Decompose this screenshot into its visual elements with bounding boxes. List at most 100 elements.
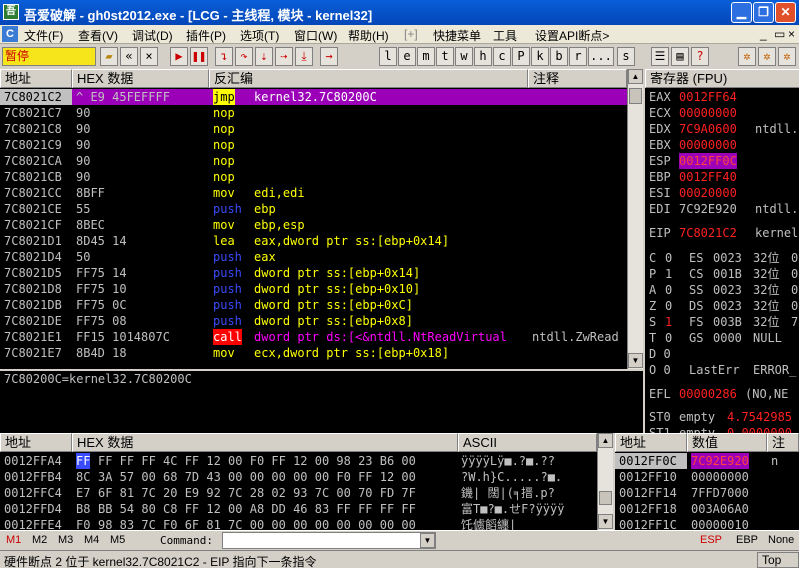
minimize-icon[interactable]: ▁	[731, 2, 752, 23]
restore-icon[interactable]: ❐	[753, 2, 774, 23]
flag-row-d[interactable]: D 0	[645, 346, 799, 362]
register-row[interactable]: ECX 00000000	[645, 105, 799, 121]
child-window-icon[interactable]: C	[2, 26, 18, 42]
tool-references[interactable]: r	[569, 47, 587, 66]
stack-col-comment[interactable]: 注	[767, 433, 799, 452]
register-row[interactable]: ESI 00020000	[645, 185, 799, 201]
col-disassembly[interactable]: 反汇编	[209, 69, 528, 88]
goto-icon[interactable]: →	[320, 47, 338, 66]
disassembly-row[interactable]: 7C8021C7 90 nop	[0, 105, 627, 121]
menu-help[interactable]: 帮助(H)	[348, 27, 389, 44]
dump-col-address[interactable]: 地址	[0, 433, 72, 452]
tool-breakpoints[interactable]: b	[550, 47, 568, 66]
disassembly-row[interactable]: 7C8021CC 8BFF mov edi,edi	[0, 185, 627, 201]
trace-over-icon[interactable]: ⇢	[275, 47, 293, 66]
tab-m5[interactable]: M5	[110, 534, 125, 546]
tab-m3[interactable]: M3	[58, 534, 73, 546]
stack-row[interactable]: 0012FF1C 00000010	[615, 517, 799, 530]
step-into-icon[interactable]: ↴	[215, 47, 233, 66]
disassembly-row[interactable]: 7C8021DE FF75 08 push dword ptr ss:[ebp+0x8…	[0, 313, 627, 329]
tool-run-trace[interactable]: ...	[588, 47, 614, 66]
restart-icon[interactable]: «	[120, 47, 138, 66]
flag-row[interactable]: T 0 GS 0000 NULL	[645, 330, 799, 346]
tool-patches[interactable]: P	[512, 47, 530, 66]
col-comment[interactable]: 注释	[528, 69, 627, 88]
disassembly-row[interactable]: 7C8021C2 ^ E9 45FEFFFF jmp kernel32.7C80200…	[0, 89, 627, 105]
disassembly-row[interactable]: 7C8021CE 55 push ebp	[0, 201, 627, 217]
scroll-up-icon[interactable]: ▲	[628, 69, 643, 84]
disassembly-row[interactable]: 7C8021E1 FF15 1014807C call dword ptr ds:[<…	[0, 329, 627, 345]
stack-row[interactable]: 0012FF18 003A06A0	[615, 501, 799, 517]
register-row[interactable]: EAX 0012FF64	[645, 89, 799, 105]
disassembly-scrollbar[interactable]: ▲ ▼	[627, 69, 643, 369]
register-row[interactable]: EBP 0012FF40	[645, 169, 799, 185]
register-row[interactable]: ESP 0012FF0C	[645, 153, 799, 169]
menu-window[interactable]: 窗口(W)	[294, 27, 337, 44]
register-row[interactable]: EDX 7C9A0600 ntdll.	[645, 121, 799, 137]
scroll-thumb[interactable]	[599, 491, 612, 505]
scroll-down-icon[interactable]: ▼	[598, 514, 613, 529]
close-icon[interactable]: ×	[140, 47, 158, 66]
register-row[interactable]: EBX 00000000	[645, 137, 799, 153]
flag-row[interactable]: Z 0 DS 0023 32位 0	[645, 298, 799, 314]
flag-row-o[interactable]: O 0 LastErr ERROR_	[645, 362, 799, 378]
menu-file[interactable]: 文件(F)	[24, 27, 63, 44]
menu-quick[interactable]: 快捷菜单	[433, 27, 481, 44]
tab-esp[interactable]: ESP	[700, 534, 722, 546]
mdi-restore-icon[interactable]: ▭	[774, 27, 785, 41]
stack-col-value[interactable]: 数值	[687, 433, 767, 452]
run-icon[interactable]: ▶	[170, 47, 188, 66]
fpu-row[interactable]: ST1 empty 0.0000000	[645, 425, 799, 433]
pause-icon[interactable]: ❚❚	[190, 47, 208, 66]
dump-row[interactable]: 0012FFD4 B8 BB 54 80 C8 FF 12 00 A8 DD 46 …	[0, 501, 597, 517]
trace-into-icon[interactable]: ⇣	[255, 47, 273, 66]
scroll-thumb[interactable]	[629, 88, 642, 104]
menu-plus[interactable]: [+]	[404, 27, 418, 41]
stack-row[interactable]: 0012FF10 00000000	[615, 469, 799, 485]
scroll-down-icon[interactable]: ▼	[628, 353, 643, 368]
tool-threads[interactable]: t	[436, 47, 454, 66]
disassembly-row[interactable]: 7C8021D5 FF75 14 push dword ptr ss:[ebp+0x1…	[0, 265, 627, 281]
menu-debug[interactable]: 调试(D)	[132, 27, 173, 44]
disassembly-row[interactable]: 7C8021CF 8BEC mov ebp,esp	[0, 217, 627, 233]
col-address[interactable]: 地址	[0, 69, 72, 88]
stack-row[interactable]: 0012FF14 7FFD7000	[615, 485, 799, 501]
tool-memory[interactable]: m	[417, 47, 435, 66]
tab-ebp[interactable]: EBP	[736, 534, 758, 546]
open-icon[interactable]: ▰	[100, 47, 118, 66]
register-row-eip[interactable]: EIP 7C8021C2 kernel	[645, 225, 799, 241]
command-dropdown-icon[interactable]: ▼	[420, 533, 435, 548]
disassembly-row[interactable]: 7C8021CB 90 nop	[0, 169, 627, 185]
stack-col-address[interactable]: 地址	[615, 433, 687, 452]
dump-row[interactable]: 0012FFA4 FF FF FF FF 4C FF 12 00 F0 FF 12 …	[0, 453, 597, 469]
tool-call-stack[interactable]: k	[531, 47, 549, 66]
tool-executable[interactable]: e	[398, 47, 416, 66]
disassembly-row[interactable]: 7C8021E7 8B4D 18 mov ecx,dword ptr ss:[ebp+…	[0, 345, 627, 361]
dump-row[interactable]: 0012FFC4 E7 6F 81 7C 20 E9 92 7C 28 02 93 …	[0, 485, 597, 501]
dump-row[interactable]: 0012FFE4 F0 98 83 7C F0 6F 81 7C 00 00 00 …	[0, 517, 597, 530]
disassembly-row[interactable]: 7C8021C8 90 nop	[0, 121, 627, 137]
plugin-b-icon[interactable]: ✲	[758, 47, 776, 66]
efl-row[interactable]: EFL 00000286 (NO,NE	[645, 386, 799, 402]
stack-row[interactable]: 0012FF0C 7C92E920 n	[615, 453, 799, 469]
menu-options[interactable]: 选项(T)	[240, 27, 279, 44]
flag-row[interactable]: A 0 SS 0023 32位 0	[645, 282, 799, 298]
disassembly-row[interactable]: 7C8021D4 50 push eax	[0, 249, 627, 265]
disassembly-row[interactable]: 7C8021CA 90 nop	[0, 153, 627, 169]
disassembly-row[interactable]: 7C8021DB FF75 0C push dword ptr ss:[ebp+0xC…	[0, 297, 627, 313]
command-input[interactable]	[222, 532, 436, 549]
plugin-c-icon[interactable]: ✲	[778, 47, 796, 66]
tool-cpu[interactable]: c	[493, 47, 511, 66]
close-icon[interactable]: ✕	[775, 2, 796, 23]
help-icon[interactable]: ?	[691, 47, 709, 66]
flag-row[interactable]: S 1 FS 003B 32位 7	[645, 314, 799, 330]
disassembly-row[interactable]: 7C8021D8 FF75 10 push dword ptr ss:[ebp+0x1…	[0, 281, 627, 297]
tool-source[interactable]: s	[617, 47, 635, 66]
scroll-up-icon[interactable]: ▲	[598, 433, 613, 448]
disassembly-row[interactable]: 7C8021C9 90 nop	[0, 137, 627, 153]
tool-windows[interactable]: w	[455, 47, 473, 66]
execute-till-return-icon[interactable]: ⤓	[295, 47, 313, 66]
register-row[interactable]: EDI 7C92E920 ntdll.	[645, 201, 799, 217]
disassembly-row[interactable]: 7C8021D1 8D45 14 lea eax,dword ptr ss:[ebp+…	[0, 233, 627, 249]
step-over-icon[interactable]: ↷	[235, 47, 253, 66]
